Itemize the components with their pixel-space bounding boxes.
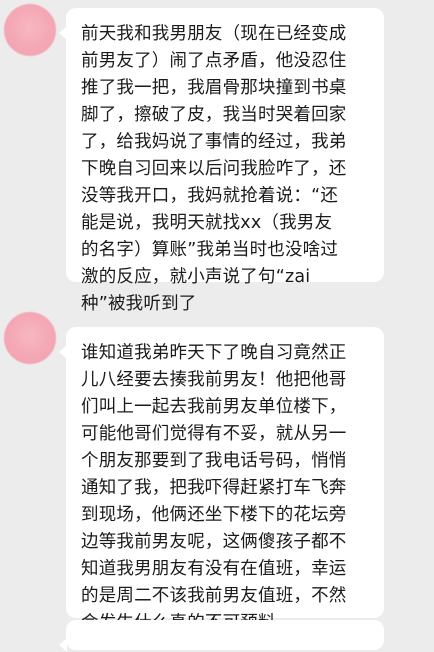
avatar[interactable] (4, 312, 56, 364)
avatar[interactable] (4, 4, 56, 56)
message-bubble[interactable]: 谁知道我弟昨天下了晚自习竟然正 儿八经要去揍我前男友！他把他哥 们叫上一起去我前… (59, 327, 384, 633)
message-bubble[interactable] (59, 620, 384, 652)
message-bubble[interactable]: 前天我和我男朋友（现在已经变成 前男友了）闹了点矛盾，他没忍住 推了我一把，我眉… (59, 8, 384, 314)
